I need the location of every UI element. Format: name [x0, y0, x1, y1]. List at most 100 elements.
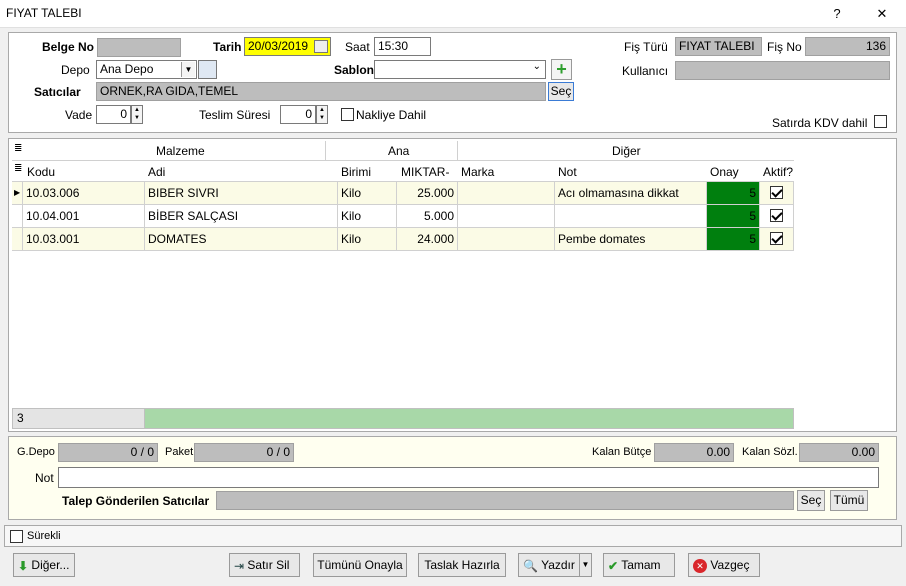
cell-aktif[interactable]	[760, 228, 794, 251]
tarih-label: Tarih	[213, 40, 242, 54]
cell-not[interactable]	[555, 205, 707, 228]
depo-select[interactable]: Ana Depo ▼	[96, 60, 197, 79]
tarih-field[interactable]: 20/03/2019	[244, 37, 331, 56]
grid-column-header: ≣ Kodu Adi Birimi MIKTAR- Marka Not Onay…	[12, 161, 794, 182]
saticilar-sec-button[interactable]: Seç	[548, 82, 574, 101]
row-selector-icon[interactable]: ▶	[12, 182, 23, 205]
group-diger: Diğer	[612, 144, 641, 158]
yazdir-button[interactable]: 🔍 Yazdır	[518, 553, 580, 577]
nakliye-dahil-checkbox[interactable]	[341, 108, 354, 121]
cell-kodu[interactable]: 10.03.001	[23, 228, 145, 251]
sablon-select[interactable]: ⌄	[374, 60, 546, 79]
cell-adi[interactable]: BIBER SIVRI	[145, 182, 338, 205]
satir-sil-label: Satır Sil	[247, 558, 290, 572]
cell-onay[interactable]: 5	[707, 182, 760, 205]
column-menu-icon[interactable]: ≣	[14, 163, 22, 174]
grid-footer: 3	[12, 408, 794, 429]
col-not[interactable]: Not	[558, 165, 577, 179]
cell-kodu[interactable]: 10.03.006	[23, 182, 145, 205]
fis-turu-field: FIYAT TALEBI	[675, 37, 762, 56]
teslim-suresi-field[interactable]: 0	[280, 105, 316, 124]
calendar-icon[interactable]	[314, 40, 328, 53]
col-adi[interactable]: Adi	[148, 165, 165, 179]
tamam-button[interactable]: ✔ Tamam	[603, 553, 675, 577]
taslak-hazirla-button[interactable]: Taslak Hazırla	[418, 553, 506, 577]
aktif-checkbox[interactable]	[770, 209, 783, 222]
vade-stepper[interactable]: ▲ ▼	[131, 105, 143, 124]
cell-not[interactable]: Pembe domates	[555, 228, 707, 251]
cell-miktar[interactable]: 25.000	[397, 182, 458, 205]
col-onay[interactable]: Onay	[710, 165, 739, 179]
diger-label: Diğer...	[31, 558, 70, 572]
group-ana: Ana	[388, 144, 410, 158]
row-selector[interactable]	[12, 205, 23, 228]
surekli-label: Sürekli	[27, 530, 61, 542]
talep-field	[216, 491, 794, 510]
surekli-checkbox[interactable]	[10, 530, 23, 543]
cell-adi[interactable]: DOMATES	[145, 228, 338, 251]
cell-onay[interactable]: 5	[707, 205, 760, 228]
chevron-down-icon[interactable]: ⌄	[533, 61, 541, 72]
depo-value: Ana Depo	[100, 62, 154, 76]
belge-no-field[interactable]	[97, 38, 181, 57]
arrow-down-icon: ⬇	[18, 558, 29, 573]
aktif-checkbox[interactable]	[770, 186, 783, 199]
cell-not[interactable]: Acı olmamasına dikkat	[555, 182, 707, 205]
saticilar-field: ORNEK,RA GIDA,TEMEL	[96, 82, 546, 101]
grid-menu-icon[interactable]: ≣	[14, 143, 22, 154]
cell-miktar[interactable]: 5.000	[397, 205, 458, 228]
col-birimi[interactable]: Birimi	[341, 165, 371, 179]
gdepo-field: 0 / 0	[58, 443, 158, 462]
talep-sec-button[interactable]: Seç	[797, 490, 825, 511]
kalan-butce-label: Kalan Bütçe	[592, 446, 652, 458]
vade-field[interactable]: 0	[96, 105, 131, 124]
col-aktif[interactable]: Aktif?	[763, 165, 793, 179]
depo-lookup-icon[interactable]	[198, 60, 217, 79]
diger-button[interactable]: ⬇ Diğer...	[13, 553, 75, 577]
cell-aktif[interactable]	[760, 182, 794, 205]
cell-marka[interactable]	[458, 228, 555, 251]
belge-no-label: Belge No	[42, 40, 95, 54]
cell-birimi[interactable]: Kilo	[338, 205, 397, 228]
not-field[interactable]	[58, 467, 879, 488]
not-label: Not	[35, 471, 54, 485]
satir-sil-button[interactable]: ⇥ Satır Sil	[229, 553, 300, 577]
tamam-label: Tamam	[621, 558, 661, 572]
cell-kodu[interactable]: 10.04.001	[23, 205, 145, 228]
row-selector[interactable]	[12, 228, 23, 251]
vazgec-label: Vazgeç	[710, 558, 750, 572]
tarih-value: 20/03/2019	[248, 39, 309, 53]
cell-miktar[interactable]: 24.000	[397, 228, 458, 251]
table-row[interactable]: ▶ 10.03.006 BIBER SIVRI Kilo 25.000 Acı …	[12, 182, 794, 205]
chevron-down-icon[interactable]: ▼	[181, 62, 195, 77]
teslim-suresi-label: Teslim Süresi	[199, 108, 271, 122]
yazdir-label: Yazdır	[541, 558, 575, 572]
cell-marka[interactable]	[458, 182, 555, 205]
help-button[interactable]: ?	[826, 4, 848, 24]
cell-birimi[interactable]: Kilo	[338, 182, 397, 205]
table-row[interactable]: 10.03.001 DOMATES Kilo 24.000 Pembe doma…	[12, 228, 794, 251]
table-row[interactable]: 10.04.001 BİBER SALÇASI Kilo 5.000 5	[12, 205, 794, 228]
yazdir-dropdown-icon[interactable]: ▼	[579, 553, 592, 577]
aktif-checkbox[interactable]	[770, 232, 783, 245]
tumunu-onayla-button[interactable]: Tümünü Onayla	[313, 553, 407, 577]
cell-adi[interactable]: BİBER SALÇASI	[145, 205, 338, 228]
close-button[interactable]: ✕	[871, 4, 893, 24]
cell-onay[interactable]: 5	[707, 228, 760, 251]
col-marka[interactable]: Marka	[461, 165, 494, 179]
saat-field[interactable]: 15:30	[374, 37, 431, 56]
fis-turu-label: Fiş Türü	[624, 40, 668, 54]
col-miktar[interactable]: MIKTAR-	[401, 165, 449, 179]
fis-no-field: 136	[805, 37, 890, 56]
col-kodu[interactable]: Kodu	[27, 165, 55, 179]
kdv-dahil-checkbox[interactable]	[874, 115, 887, 128]
cell-marka[interactable]	[458, 205, 555, 228]
teslim-suresi-stepper[interactable]: ▲ ▼	[316, 105, 328, 124]
cell-birimi[interactable]: Kilo	[338, 228, 397, 251]
cell-aktif[interactable]	[760, 205, 794, 228]
tumu-button[interactable]: Tümü	[830, 490, 868, 511]
kalan-sozl-label: Kalan Sözl.	[742, 446, 798, 458]
vazgec-button[interactable]: ✕ Vazgeç	[688, 553, 760, 577]
add-icon[interactable]: +	[551, 59, 572, 80]
window-title: FIYAT TALEBI	[6, 6, 82, 20]
